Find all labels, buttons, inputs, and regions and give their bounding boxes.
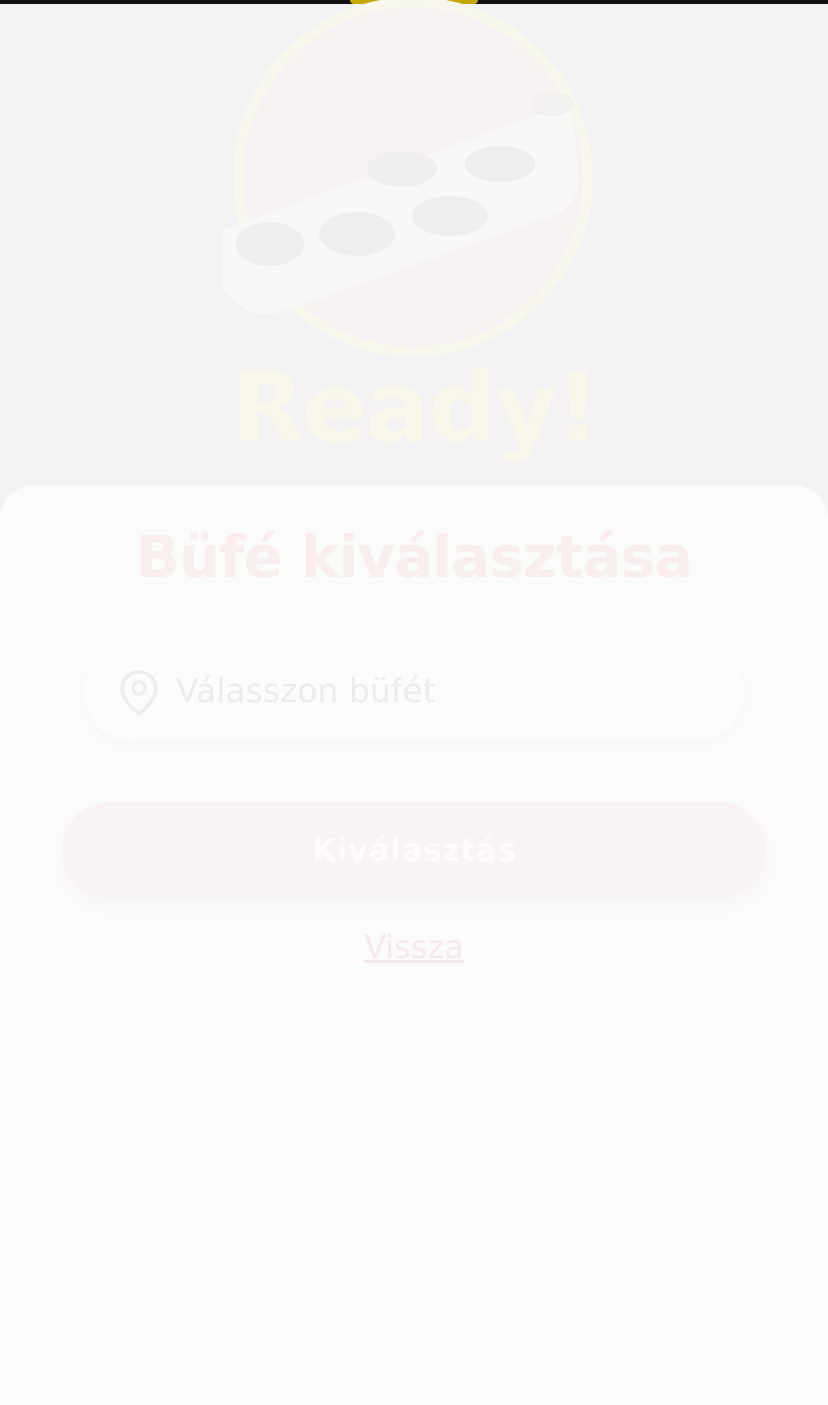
card-title: Büfé kiválasztása — [135, 523, 694, 591]
choose-button[interactable]: Kiválasztás — [62, 802, 766, 898]
app-logo-icon — [222, 0, 593, 357]
buffet-select-placeholder: Válasszon büfét — [176, 671, 436, 710]
app-title: Ready! — [230, 352, 600, 464]
back-link[interactable]: Vissza — [0, 928, 828, 966]
location-pin-icon — [120, 670, 158, 717]
buffet-select[interactable]: Válasszon büfét — [84, 645, 744, 741]
